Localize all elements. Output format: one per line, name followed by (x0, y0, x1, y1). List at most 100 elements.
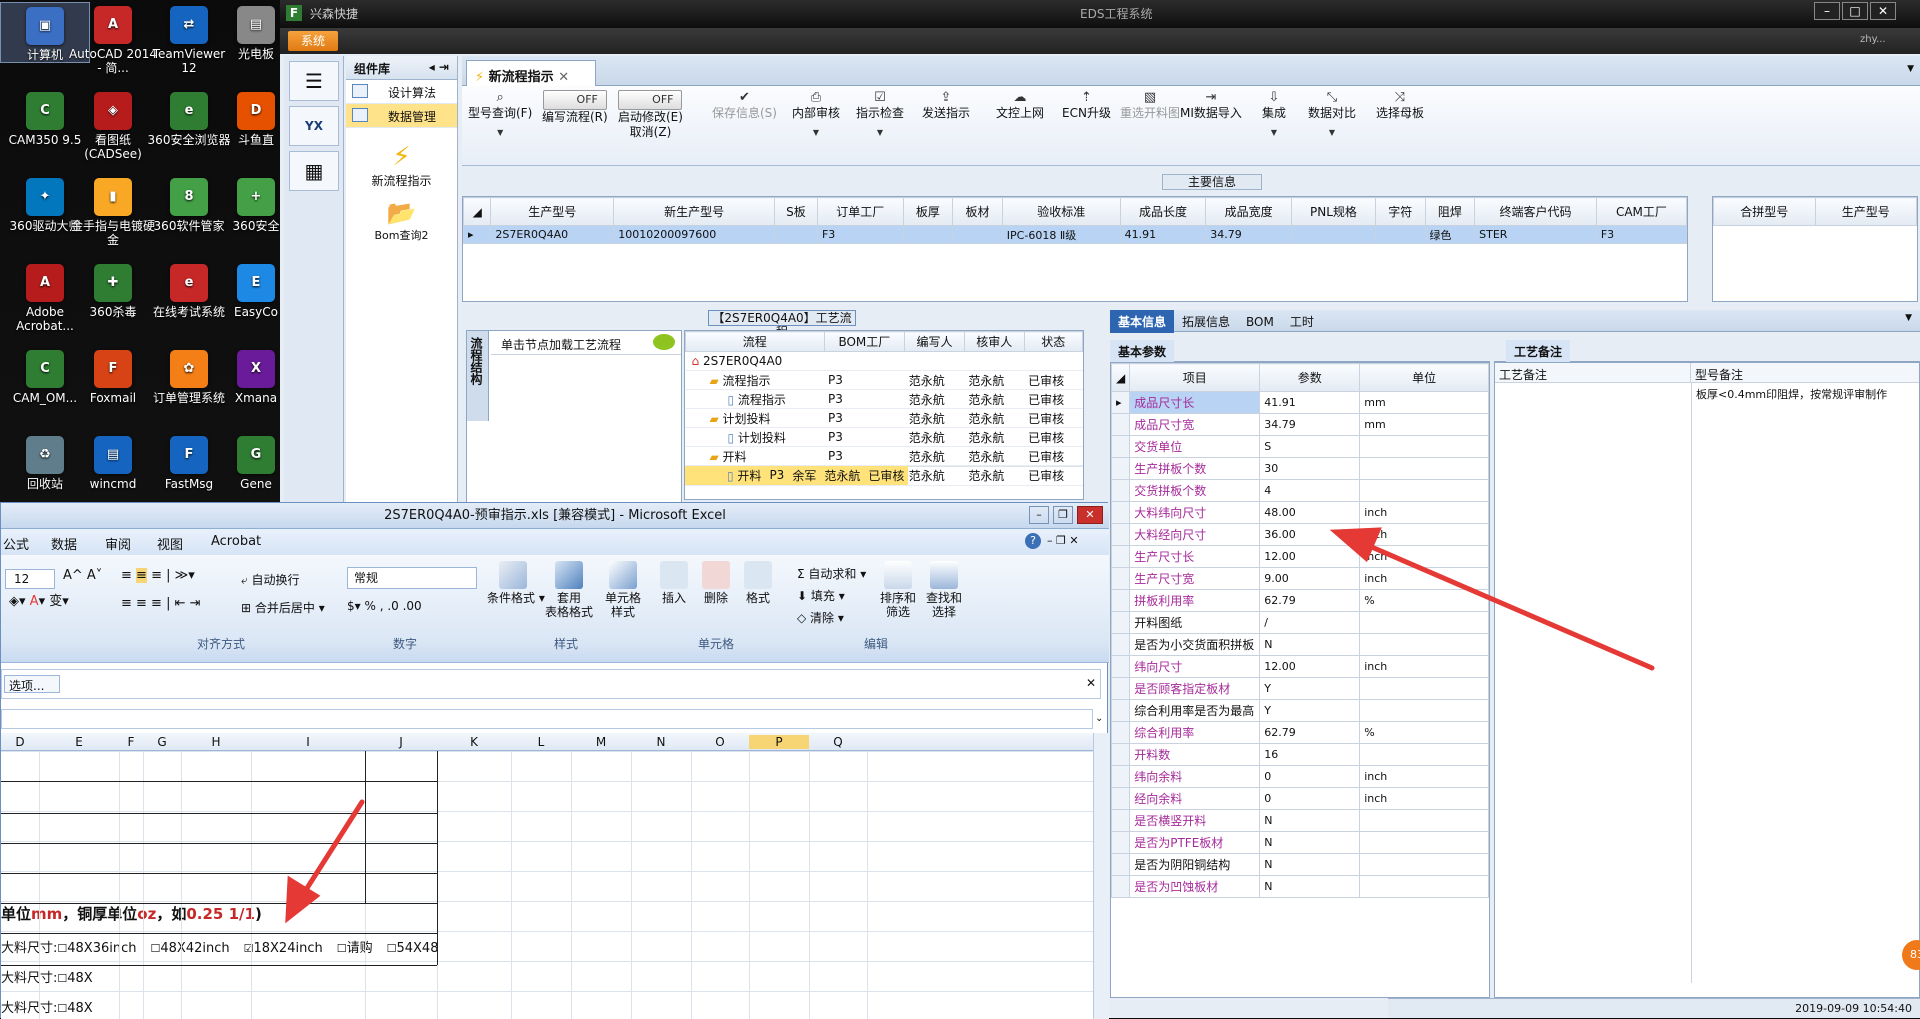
nav-bom-query[interactable]: 📂 Bom查询2 (346, 199, 457, 243)
table-cell[interactable] (1290, 225, 1376, 244)
param-value[interactable]: N (1259, 831, 1361, 854)
column-header[interactable]: I (251, 735, 365, 749)
param-value[interactable]: N (1259, 853, 1361, 876)
close-tab-icon[interactable]: ✕ (558, 70, 569, 85)
table-cell[interactable]: F3 (816, 225, 904, 244)
column-header[interactable]: G (143, 735, 181, 749)
table-row[interactable]: 是否顾客指定板材 Y (1111, 677, 1489, 700)
table-cell[interactable] (902, 225, 954, 244)
yx-module-icon[interactable]: YX (289, 106, 339, 146)
desktop-icon[interactable]: F FastMsg (144, 432, 234, 491)
toolbar-button[interactable]: ⇩ 集成 ▼ (1262, 90, 1286, 140)
toolbar-button[interactable]: ⤡ 数据对比 ▼ (1308, 90, 1356, 140)
param-value[interactable]: N (1259, 633, 1361, 656)
help-icon[interactable]: ? (1025, 533, 1041, 549)
param-value[interactable]: S (1259, 435, 1361, 458)
font-grow-icon[interactable]: A^ A˅ (63, 569, 102, 583)
desktop-icon[interactable]: X Xmana (226, 346, 286, 405)
size-option[interactable]: ☐48X36inch (57, 941, 136, 956)
desktop-icon[interactable]: ✿ 订单管理系统 (144, 346, 234, 405)
pin-icon[interactable]: ◂ ⇥ (429, 60, 449, 74)
desktop-icon[interactable]: e 360安全浏览器 (144, 88, 234, 147)
checkbox-icon[interactable]: ☑ (244, 942, 254, 955)
param-value[interactable]: 12.00 (1259, 655, 1361, 678)
column-header[interactable]: M (571, 735, 631, 749)
column-header[interactable]: 字符 (1374, 197, 1426, 226)
column-header[interactable]: 编写人 (904, 331, 965, 352)
table-row[interactable]: 综合利用率 62.79% (1111, 721, 1489, 744)
desktop-icon[interactable]: ⇄ TeamViewer 12 (144, 2, 234, 75)
sort-filter-button[interactable]: 排序和 筛选 (875, 561, 921, 619)
dropdown-icon[interactable]: ▼ (1262, 125, 1286, 140)
param-value[interactable]: 48.00 (1259, 501, 1361, 524)
column-header[interactable]: 核审人 (963, 331, 1025, 352)
param-value[interactable]: 41.91 (1259, 391, 1361, 414)
param-value[interactable]: 12.00 (1259, 545, 1361, 568)
insert-button[interactable]: 插入 (657, 561, 691, 605)
param-value[interactable]: / (1259, 611, 1361, 634)
param-value[interactable]: 30 (1259, 457, 1361, 480)
param-value[interactable]: 4 (1259, 479, 1361, 502)
vertical-scrollbar[interactable] (1093, 733, 1109, 1019)
tree-node[interactable]: ▯ 开料 P3 余军 范永航 已审核 (685, 466, 1083, 486)
worksheet[interactable]: 单位mm，铜厚单位oz，如0.25 1/1) 大料尺寸:☐48X36inch ☐4… (1, 751, 1093, 1019)
column-header[interactable]: 验收标准 (1001, 197, 1121, 226)
options-button[interactable]: 选项... (4, 675, 60, 693)
table-row[interactable]: 纬向尺寸 12.00 inch (1111, 655, 1489, 678)
column-header[interactable]: 状态 (1023, 331, 1083, 352)
table-row[interactable]: 交货拼板个数 4 (1111, 479, 1489, 502)
dropdown-icon[interactable]: ▼ (792, 125, 840, 140)
column-header[interactable]: E (39, 735, 119, 749)
table-row[interactable]: 大料经向尺寸 36.00 inch (1111, 523, 1489, 546)
checkbox-icon[interactable]: ☐ (387, 942, 397, 955)
table-cell[interactable]: F3 (1595, 225, 1688, 244)
table-row[interactable]: 生产尺寸长 12.00 inch (1111, 545, 1489, 568)
desktop-icon[interactable]: e 在线考试系统 (144, 260, 234, 319)
size-option[interactable]: ☐请购 (337, 941, 373, 956)
maximize-button[interactable]: □ (1842, 2, 1868, 20)
column-header[interactable]: N (631, 735, 691, 749)
ribbon-tab-acrobat[interactable]: Acrobat (211, 534, 261, 549)
table-row[interactable]: 是否横竖开料 N (1111, 809, 1489, 832)
desktop-icon[interactable]: +360安全 (226, 174, 286, 233)
column-header[interactable]: L (511, 735, 571, 749)
dropdown-icon[interactable]: ▼ (468, 125, 532, 140)
toolbar-button[interactable]: ⌕ 型号查询(F) ▼ (468, 90, 532, 140)
close-bar-icon[interactable]: ✕ (1086, 676, 1096, 690)
dropdown-icon[interactable]: ▼ (1308, 125, 1356, 140)
system-button[interactable]: 系统 (288, 31, 338, 51)
column-header[interactable]: 订单工厂 (816, 197, 904, 226)
table-row[interactable]: 生产拼板个数 30 (1111, 457, 1489, 480)
cell-style-button[interactable]: 单元格 样式 (601, 561, 645, 619)
column-header[interactable]: O (691, 735, 749, 749)
tab-basic-params[interactable]: 基本参数 (1110, 340, 1175, 363)
excel-restore-button[interactable]: ❐ (1053, 506, 1073, 524)
column-header[interactable]: 生产型号 (490, 197, 615, 226)
autosum-button[interactable]: Σ 自动求和 ▾ (797, 567, 866, 581)
tab-new-process[interactable]: ⚡ 新流程指示 ✕ (466, 60, 596, 86)
column-header[interactable]: 成品长度 (1119, 197, 1207, 226)
tab-dropdown-icon[interactable]: ▼ (1907, 64, 1914, 74)
param-value[interactable]: N (1259, 875, 1361, 898)
excel-close-button[interactable]: ✕ (1077, 506, 1103, 524)
column-header[interactable]: D (1, 735, 39, 749)
minimize-button[interactable]: – (1814, 2, 1840, 20)
table-row[interactable]: 是否为凹蚀板材 N (1111, 875, 1489, 898)
toolbar-button[interactable]: OFF 启动修改(E) 取消(Z) (618, 90, 683, 140)
tree-node[interactable]: ▯ 计划投料 P3 范永航 范永航 已审核 (685, 427, 1083, 447)
table-row[interactable]: 大料纬向尺寸 48.00 inch (1111, 501, 1489, 524)
param-value[interactable]: 0 (1259, 765, 1361, 788)
align-top-icons[interactable]: ≡ ≡ ≡ | ≫▾ (121, 568, 195, 583)
table-row[interactable]: 交货单位 S (1111, 435, 1489, 458)
desktop-icon[interactable]: G Gene (226, 432, 286, 491)
side-col-header[interactable]: 生产型号 (1814, 197, 1917, 226)
table-row[interactable]: 拼板利用率 62.79% (1111, 589, 1489, 612)
toolbar-button[interactable]: ⤨ 选择母板 (1376, 90, 1424, 121)
table-cell[interactable] (773, 225, 818, 244)
param-value[interactable]: 16 (1259, 743, 1361, 766)
tabs-dropdown-icon[interactable]: ▼ (1897, 310, 1920, 326)
toolbar-button[interactable]: OFF 编写流程(R) (542, 90, 608, 125)
toolbar-button[interactable]: ⇥ MI数据导入 (1180, 90, 1242, 121)
comp-item-algorithm[interactable]: 设计算法 (346, 80, 457, 104)
ribbon-tab-review[interactable]: 审阅 (105, 534, 131, 553)
